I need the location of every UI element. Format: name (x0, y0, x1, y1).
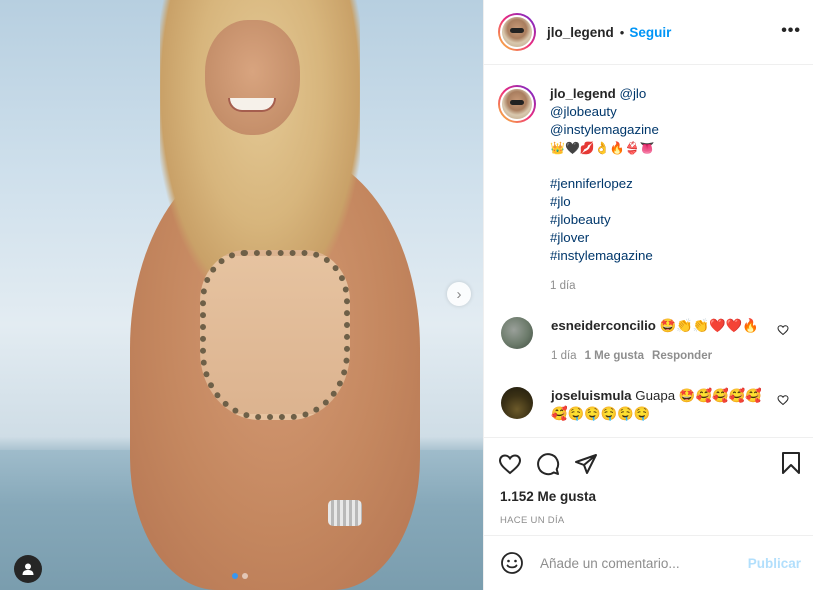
share-button[interactable] (574, 452, 598, 476)
likes-count[interactable]: 1.152 Me gusta (484, 489, 813, 509)
comment-timestamp: 1 día (551, 350, 577, 362)
comment-icon (537, 452, 560, 475)
comment-meta: 1 día 1 Me gusta Responder (551, 347, 769, 365)
comments-list[interactable]: jlo_legend @jlo @jlobeauty @instylemagaz… (484, 65, 813, 437)
post-date: HACE UN DÍA (500, 515, 565, 526)
post-image[interactable]: › (0, 0, 483, 590)
caption-username[interactable]: jlo_legend (550, 86, 616, 101)
caption-mention[interactable]: @instylemagazine (550, 121, 659, 139)
comment-item: esneiderconcilio 🤩👏👏❤️❤️🔥 1 día 1 Me gust… (498, 317, 799, 365)
avatar[interactable] (501, 317, 533, 349)
avatar (500, 15, 534, 49)
chevron-right-icon: › (456, 285, 462, 303)
comment-body: esneiderconcilio 🤩👏👏❤️❤️🔥 1 día 1 Me gust… (551, 317, 769, 365)
comment-reply-button[interactable]: Responder (652, 350, 712, 362)
caption-avatar-ring[interactable] (498, 85, 536, 123)
heart-icon (777, 325, 789, 336)
carousel-next-button[interactable]: › (447, 282, 471, 306)
comment-item: joseluismula Guapa 🤩🥰🥰🥰🥰🥰🤤🤤🤤🤤🤤 (498, 387, 799, 423)
photo-figure-watch (328, 500, 362, 526)
save-button[interactable] (779, 451, 803, 480)
comment-like-button[interactable] (777, 323, 789, 341)
header-separator: • (619, 24, 625, 40)
publish-button[interactable]: Publicar (748, 556, 801, 571)
photo-figure-swimsuit (200, 250, 350, 420)
comment-username[interactable]: esneiderconcilio (551, 318, 656, 333)
emoji-icon (501, 552, 523, 574)
caption-hashtag[interactable]: #instylemagazine (550, 247, 659, 265)
post-header: jlo_legend • Seguir ••• (484, 0, 813, 65)
caption-emojis: 👑🖤💋👌🔥👙👅 (550, 141, 655, 155)
avatar[interactable] (501, 387, 533, 419)
post-dialog: › jlo_legend • Seguir ••• jlo_legend @jl… (0, 0, 813, 590)
caption-hashtag[interactable]: #jlo (550, 193, 659, 211)
caption-hashtag[interactable]: #jlover (550, 229, 659, 247)
heart-icon (777, 395, 789, 406)
caption-hashtag[interactable]: #jenniferlopez (550, 175, 659, 193)
caption-mention-jlo[interactable]: @jlo (619, 86, 646, 101)
comment-like-button[interactable] (777, 393, 789, 411)
heart-icon (498, 453, 522, 474)
header-avatar-ring[interactable] (498, 13, 536, 51)
bookmark-icon (782, 452, 800, 474)
comment-username[interactable]: joseluismula (551, 388, 632, 403)
comment-button[interactable] (536, 452, 560, 476)
share-icon (575, 453, 597, 474)
caption-hashtag[interactable]: #jlobeauty (550, 211, 659, 229)
caption-mention[interactable]: @jlobeauty (550, 103, 659, 121)
caption-text: jlo_legend @jlo @jlobeauty @instylemagaz… (550, 85, 659, 295)
post-caption: jlo_legend @jlo @jlobeauty @instylemagaz… (498, 85, 799, 295)
comment-input[interactable]: Añade un comentario... (540, 556, 680, 571)
post-actions (484, 437, 813, 489)
comment-likes-link[interactable]: 1 Me gusta (585, 350, 644, 362)
emoji-button[interactable] (500, 551, 524, 575)
add-comment-bar: Añade un comentario... Publicar (484, 535, 813, 590)
user-icon (22, 563, 34, 575)
carousel-indicator (232, 573, 248, 579)
avatar (500, 87, 534, 121)
carousel-dot (242, 573, 248, 579)
caption-timestamp: 1 día (550, 280, 576, 292)
photo-figure-face (205, 20, 300, 135)
carousel-dot-active (232, 573, 238, 579)
photo-figure-smile (228, 98, 276, 112)
follow-button[interactable]: Seguir (629, 25, 671, 40)
like-button[interactable] (498, 452, 522, 476)
comment-body: joseluismula Guapa 🤩🥰🥰🥰🥰🥰🤤🤤🤤🤤🤤 (551, 387, 769, 423)
comment-text: 🤩👏👏❤️❤️🔥 (659, 318, 759, 333)
post-sidebar: jlo_legend • Seguir ••• jlo_legend @jlo … (483, 0, 813, 590)
header-username[interactable]: jlo_legend (547, 25, 614, 40)
more-options-icon[interactable]: ••• (781, 22, 801, 40)
tagged-users-button[interactable] (14, 555, 42, 583)
